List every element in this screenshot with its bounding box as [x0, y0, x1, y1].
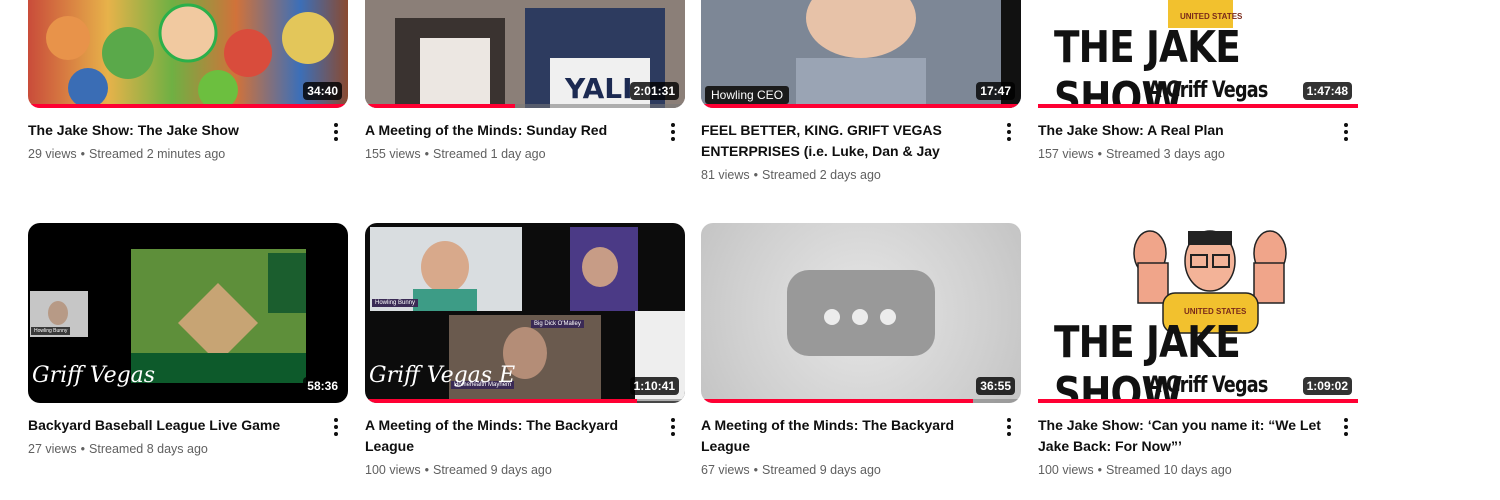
more-actions-button[interactable]	[997, 415, 1021, 439]
video-card[interactable]: UNITED STATES THE JAKE SHOW A Griff Vega…	[1038, 223, 1358, 478]
view-count: 27 views	[28, 442, 77, 456]
duration-badge: 36:55	[976, 377, 1015, 395]
stream-time: Streamed 2 days ago	[762, 168, 881, 182]
three-dots-vertical-icon	[1007, 123, 1011, 141]
watch-progress-bar	[1038, 399, 1358, 403]
duration-badge: 1:10:41	[629, 377, 679, 395]
watch-progress-bar	[701, 399, 1021, 403]
video-title[interactable]: A Meeting of the Minds: Sunday Red	[365, 120, 651, 141]
stream-time: Streamed 3 days ago	[1105, 147, 1225, 161]
video-title[interactable]: Backyard Baseball League Live Game	[28, 415, 314, 436]
duration-badge: 58:36	[303, 377, 342, 395]
video-card[interactable]: 34:40 The Jake Show: The Jake Show 29 vi…	[28, 0, 348, 162]
camera-label: Howling Bunny	[31, 327, 71, 335]
video-title[interactable]: A Meeting of the Minds: The Backyard Lea…	[365, 415, 651, 457]
view-count: 100 views	[365, 463, 421, 477]
duration-badge: 1:09:02	[1302, 377, 1352, 395]
shirt-text: UNITED STATES	[1184, 307, 1247, 316]
watch-progress-bar	[701, 104, 1021, 108]
more-actions-button[interactable]	[1334, 415, 1358, 439]
duration-badge: 17:47	[976, 82, 1015, 100]
shirt-text: UNITED STATES	[1180, 12, 1243, 21]
video-card[interactable]: YALI 2:01:31 A Meeting of the Minds: Sun…	[365, 0, 685, 162]
three-dots-vertical-icon	[334, 418, 338, 436]
muppets-collage-image	[46, 3, 334, 108]
video-card[interactable]: Howling Bunny Griff Vegas 58:36 Backyard…	[28, 223, 348, 457]
video-thumbnail[interactable]: Howling Bunny Big Dick O'Malley Homeheal…	[365, 223, 685, 403]
more-actions-button[interactable]	[661, 120, 685, 144]
video-card[interactable]: UNITED STATES THE JAKE SHOW A Griff Vega…	[1038, 0, 1358, 162]
more-actions-button[interactable]	[324, 415, 348, 439]
three-dots-vertical-icon	[671, 123, 675, 141]
camera-label: Howling CEO	[705, 86, 790, 104]
channel-watermark: Griff Vegas E	[369, 363, 516, 388]
camera-label: Howling Bunny	[372, 299, 419, 307]
three-dots-vertical-icon	[1344, 123, 1348, 141]
video-title[interactable]: The Jake Show: The Jake Show	[28, 120, 314, 141]
duration-badge: 34:40	[303, 82, 342, 100]
stream-time: Streamed 2 minutes ago	[89, 147, 226, 161]
video-title[interactable]: The Jake Show: A Real Plan	[1038, 120, 1324, 141]
more-actions-button[interactable]	[324, 120, 348, 144]
three-dots-vertical-icon	[1007, 418, 1011, 436]
video-card[interactable]: 36:55 A Meeting of the Minds: The Backya…	[701, 223, 1021, 478]
video-title[interactable]: A Meeting of the Minds: The Backyard Lea…	[701, 415, 987, 457]
video-thumbnail[interactable]: 34:40	[28, 0, 348, 108]
stream-time: Streamed 1 day ago	[432, 147, 546, 161]
view-count: 100 views	[1038, 463, 1094, 477]
duration-badge: 1:47:48	[1302, 82, 1352, 100]
view-count: 29 views	[28, 147, 77, 161]
video-card[interactable]: Howling CEO 17:47 FEEL BETTER, KING. GRI…	[701, 0, 1021, 183]
video-card[interactable]: Howling Bunny Big Dick O'Malley Homeheal…	[365, 223, 685, 478]
three-dots-vertical-icon	[334, 123, 338, 141]
view-count: 155 views	[365, 147, 421, 161]
three-dots-vertical-icon	[671, 418, 675, 436]
three-dots-vertical-icon	[1344, 418, 1348, 436]
more-actions-button[interactable]	[997, 120, 1021, 144]
camera-label: Big Dick O'Malley	[531, 320, 584, 328]
video-thumbnail[interactable]: YALI 2:01:31	[365, 0, 685, 108]
svg-text:YALI: YALI	[564, 72, 633, 105]
watch-progress-bar	[28, 104, 348, 108]
video-thumbnail[interactable]: 36:55	[701, 223, 1021, 403]
video-thumbnail[interactable]: Howling Bunny Griff Vegas 58:36	[28, 223, 348, 403]
watch-progress-bar	[1038, 104, 1358, 108]
video-title[interactable]: FEEL BETTER, KING. GRIFT VEGAS ENTERPRIS…	[701, 120, 987, 162]
video-title[interactable]: The Jake Show: ‘Can you name it: “We Let…	[1038, 415, 1324, 457]
channel-watermark: Griff Vegas	[32, 363, 156, 388]
watch-progress-bar	[365, 104, 685, 108]
duration-badge: 2:01:31	[629, 82, 679, 100]
watch-progress-bar	[365, 399, 685, 403]
view-count: 157 views	[1038, 147, 1094, 161]
ellipsis-icon	[787, 270, 935, 356]
view-count: 81 views	[701, 168, 750, 182]
video-thumbnail[interactable]: Howling CEO 17:47	[701, 0, 1021, 108]
video-thumbnail[interactable]: UNITED STATES THE JAKE SHOW A Griff Vega…	[1038, 0, 1358, 108]
view-count: 67 views	[701, 463, 750, 477]
more-actions-button[interactable]	[1334, 120, 1358, 144]
stream-time: Streamed 9 days ago	[762, 463, 881, 477]
more-actions-button[interactable]	[661, 415, 685, 439]
stream-time: Streamed 9 days ago	[432, 463, 552, 477]
stream-time: Streamed 10 days ago	[1105, 463, 1232, 477]
stream-time: Streamed 8 days ago	[89, 442, 208, 456]
video-thumbnail[interactable]: UNITED STATES THE JAKE SHOW A Griff Vega…	[1038, 223, 1358, 403]
